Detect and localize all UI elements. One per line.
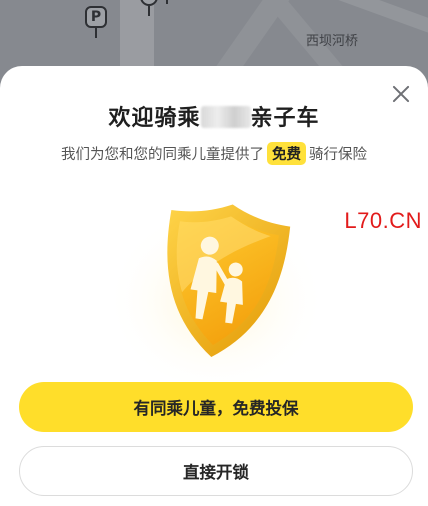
title-prefix: 欢迎骑乘 <box>108 106 201 131</box>
free-badge: 免费 <box>267 142 306 165</box>
watermark-text: L70.CN <box>344 208 422 233</box>
map-place-label: 西坝河桥 <box>306 34 359 49</box>
insure-child-button[interactable]: 有同乘儿童，免费投保 <box>19 382 413 432</box>
unlock-directly-button[interactable]: 直接开锁 <box>19 446 413 496</box>
subtitle-before: 我们为您和您的同乘儿童提供了 <box>61 147 264 163</box>
dialog-title: 欢迎骑乘 亲子车 <box>0 100 428 132</box>
parking-badge: P <box>85 6 107 28</box>
child-insurance-shield-icon <box>104 186 334 386</box>
parking-marker-icon[interactable]: P <box>85 6 107 38</box>
map-pin-icon[interactable] <box>140 0 158 16</box>
title-suffix: 亲子车 <box>250 106 320 131</box>
redacted-brand-blur <box>200 106 251 128</box>
map-pin-icon[interactable] <box>166 0 168 4</box>
insurance-dialog-sheet: 欢迎骑乘 亲子车 我们为您和您的同乘儿童提供了 免费 骑行保险 L70.CN 有… <box>0 66 428 506</box>
dialog-subtitle: 我们为您和您的同乘儿童提供了 免费 骑行保险 <box>0 142 428 165</box>
subtitle-after: 骑行保险 <box>309 147 367 163</box>
